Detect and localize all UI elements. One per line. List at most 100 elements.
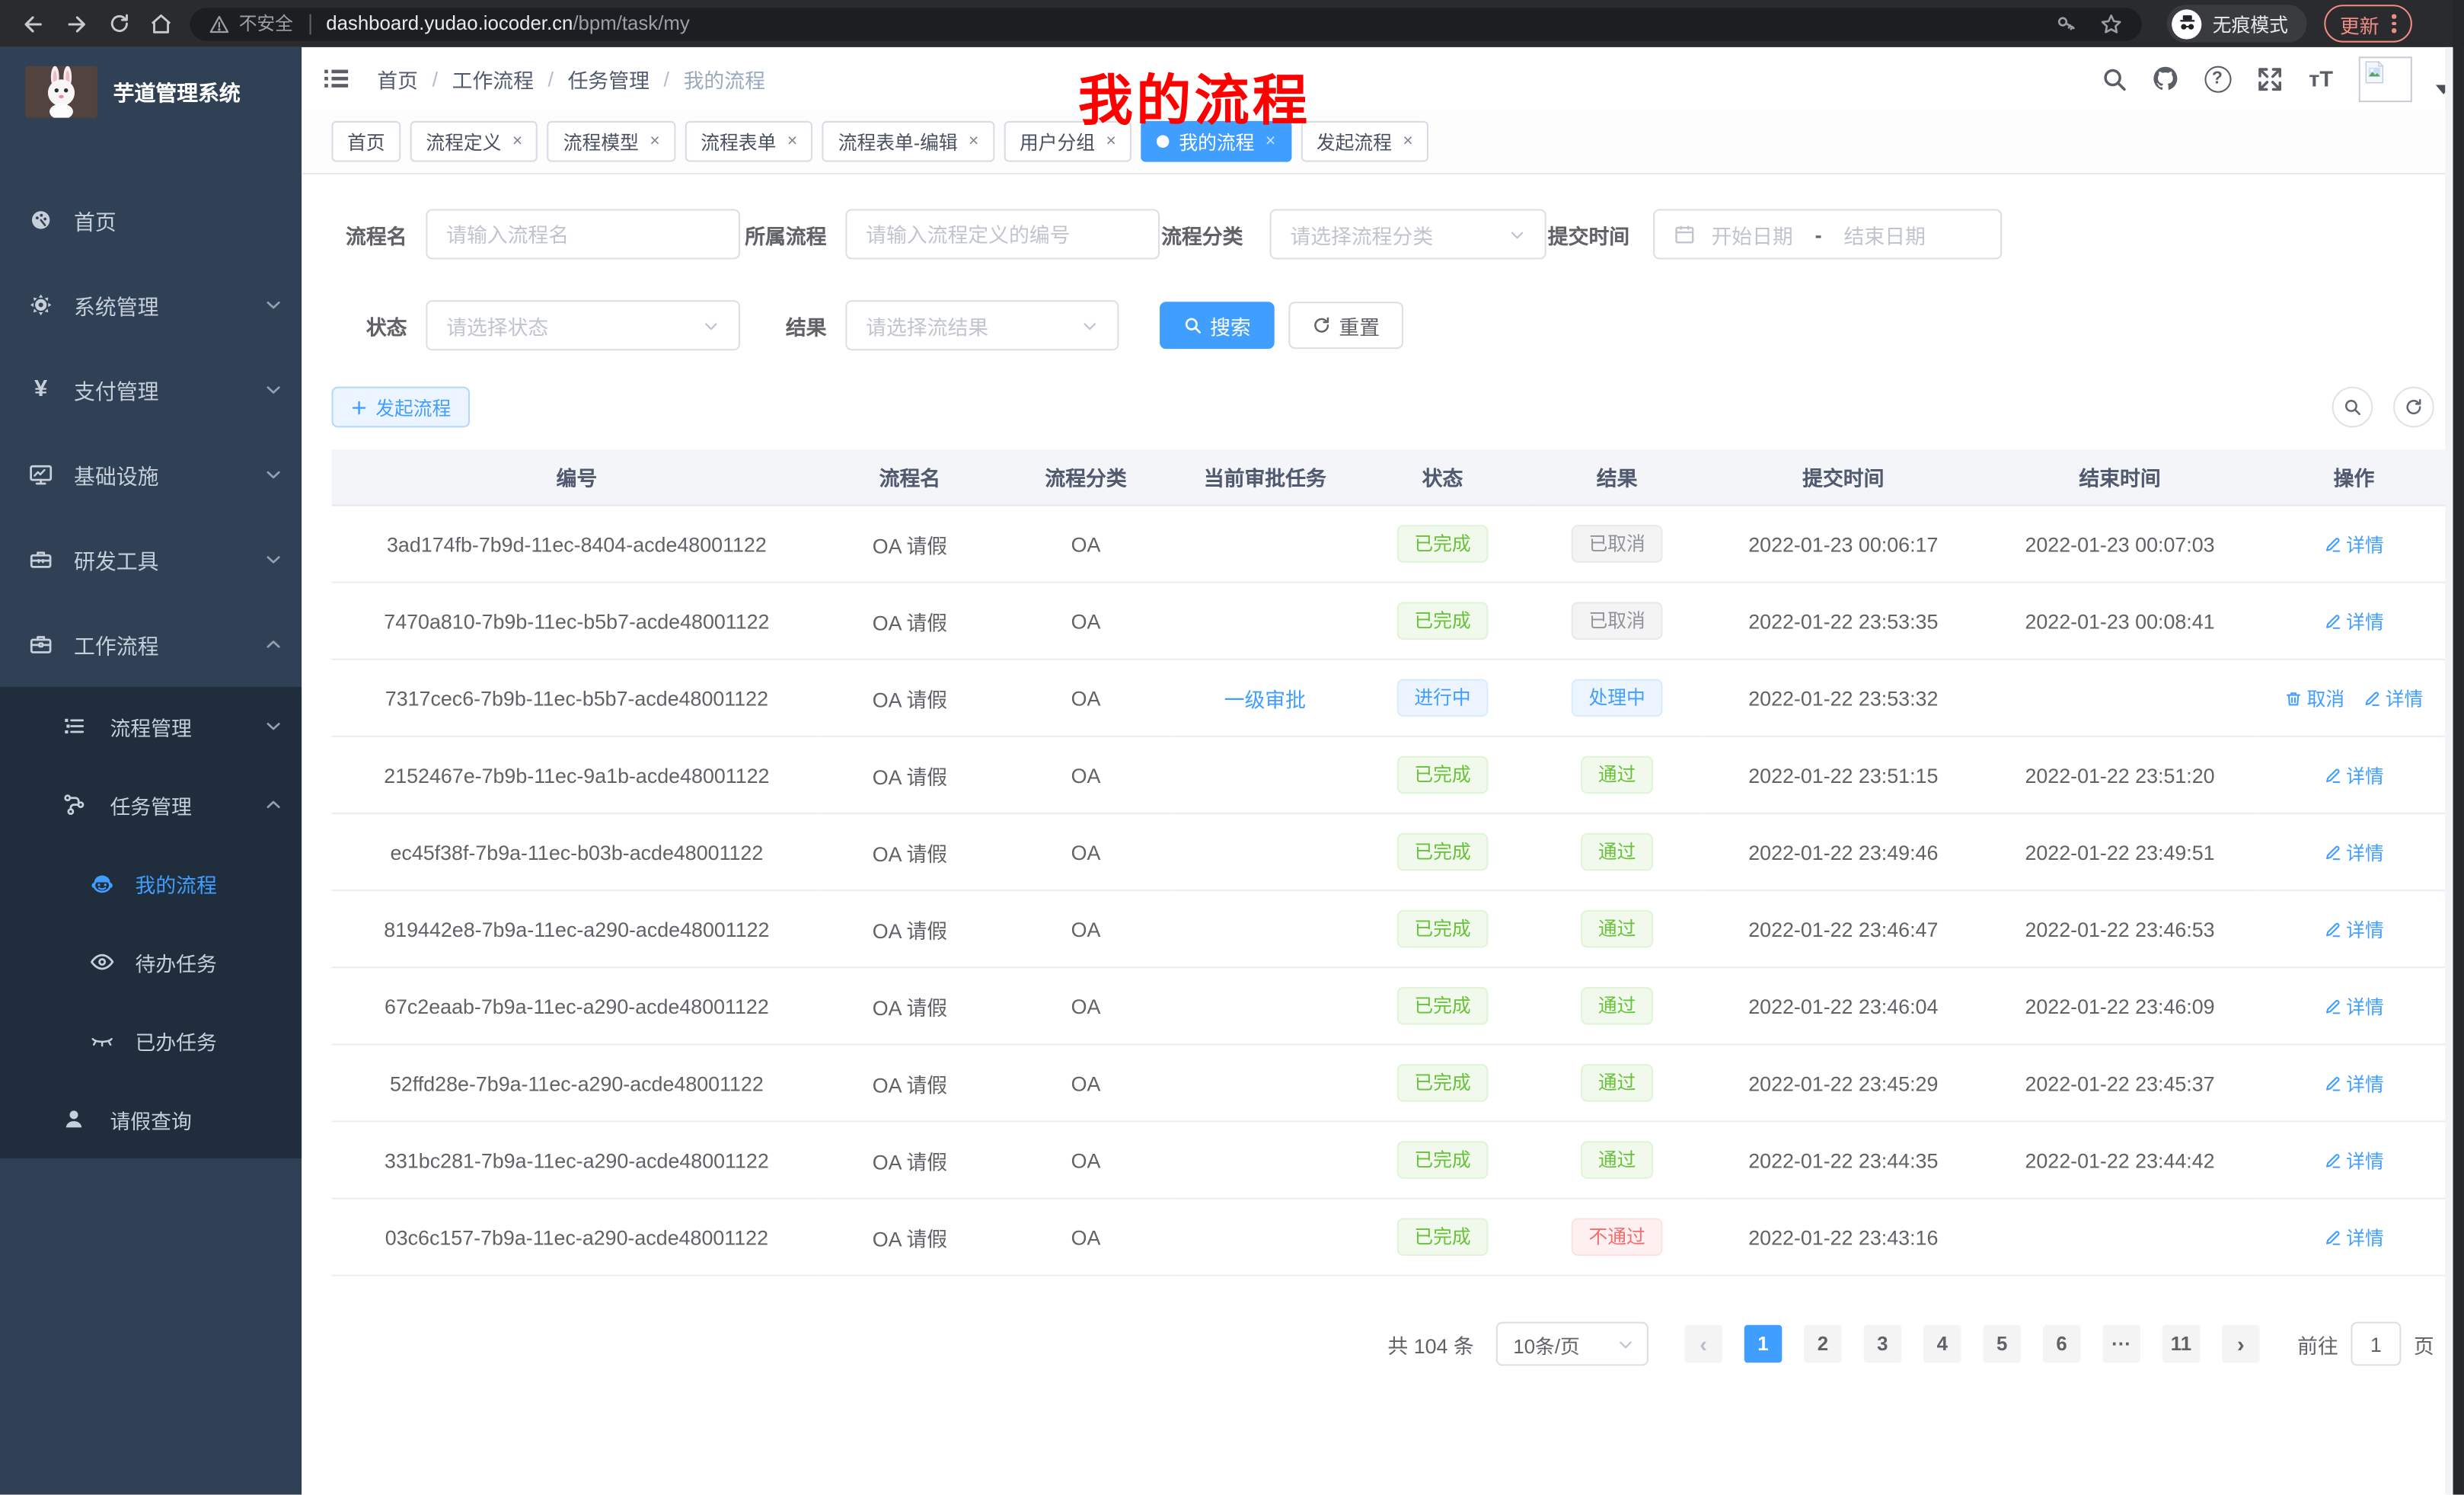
prev-page-button[interactable]: ‹	[1684, 1325, 1722, 1363]
table-toolbar: 发起流程	[331, 387, 2434, 428]
filter-result-select[interactable]: 请选择流结果	[845, 300, 1119, 350]
cell-category: OA	[997, 813, 1173, 890]
filter-definition-input[interactable]	[845, 209, 1160, 259]
sidebar-item-done-task[interactable]: 已办任务	[0, 1001, 302, 1080]
cell-category: OA	[997, 967, 1173, 1044]
browser-menu-icon[interactable]	[2392, 14, 2395, 33]
sidebar-item-payment[interactable]: ¥支付管理	[0, 347, 302, 432]
page-button-1[interactable]: 1	[1744, 1325, 1783, 1363]
page-size-select[interactable]: 10条/页	[1496, 1322, 1649, 1366]
reload-icon[interactable]	[97, 5, 140, 43]
tab-流程模型[interactable]: 流程模型×	[547, 121, 675, 162]
filter-name-label: 流程名	[331, 219, 426, 249]
filter-status-select[interactable]: 请选择状态	[426, 300, 740, 350]
sidebar-item-workflow[interactable]: 工作流程	[0, 602, 302, 686]
sidebar-item-my-process[interactable]: 我的流程	[0, 844, 302, 922]
cell-submit-time: 2022-01-22 23:46:47	[1705, 890, 1981, 967]
create-process-button[interactable]: 发起流程	[331, 387, 470, 428]
search-icon[interactable]	[2099, 65, 2127, 93]
filter-name-input[interactable]	[426, 209, 740, 259]
tab-流程表单[interactable]: 流程表单×	[685, 121, 813, 162]
show-search-button[interactable]	[2332, 387, 2373, 428]
close-tab-icon[interactable]: ×	[787, 132, 797, 151]
page-button-5[interactable]: 5	[1983, 1325, 2021, 1363]
sidebar-item-leave-query[interactable]: 请假查询	[0, 1080, 302, 1158]
tab-流程定义[interactable]: 流程定义×	[410, 121, 538, 162]
close-tab-icon[interactable]: ×	[512, 132, 522, 151]
sidebar-item-process-mgmt[interactable]: 流程管理	[0, 687, 302, 765]
help-icon[interactable]: ?	[2203, 65, 2231, 93]
back-icon[interactable]	[13, 5, 56, 43]
cell-category: OA	[997, 506, 1173, 583]
close-tab-icon[interactable]: ×	[650, 132, 659, 151]
sidebar-item-task-mgmt[interactable]: 任务管理	[0, 765, 302, 844]
avatar[interactable]	[2359, 56, 2412, 101]
sidebar-item-system[interactable]: 系统管理	[0, 263, 302, 347]
scrollbar-track[interactable]	[2445, 47, 2453, 1495]
detail-button[interactable]: 详情	[2363, 685, 2423, 711]
sidebar-item-devtools[interactable]: 研发工具	[0, 517, 302, 602]
key-icon[interactable]	[2055, 13, 2077, 35]
next-page-button[interactable]: ›	[2222, 1325, 2260, 1363]
chevron-down-icon	[1081, 317, 1099, 334]
detail-button[interactable]: 详情	[2324, 531, 2383, 557]
forward-icon[interactable]	[55, 5, 97, 43]
detail-button[interactable]: 详情	[2324, 992, 2383, 1019]
page-button-2[interactable]: 2	[1804, 1325, 1842, 1363]
detail-button[interactable]: 详情	[2324, 1069, 2383, 1096]
refresh-table-button[interactable]	[2393, 387, 2434, 428]
detail-button[interactable]: 详情	[2324, 915, 2383, 942]
close-tab-icon[interactable]: ×	[969, 132, 978, 151]
cancel-button[interactable]: 取消	[2285, 685, 2344, 711]
detail-button[interactable]: 详情	[2324, 1224, 2383, 1251]
reset-button[interactable]: 重置	[1288, 302, 1403, 349]
breadcrumb-home[interactable]: 首页	[377, 64, 418, 94]
search-button[interactable]: 搜索	[1160, 302, 1275, 349]
github-icon[interactable]	[2151, 65, 2179, 93]
page-button-3[interactable]: 3	[1864, 1325, 1902, 1363]
cell-status: 已完成	[1356, 583, 1529, 660]
page-button-11[interactable]: 11	[2162, 1325, 2201, 1363]
table-tools	[2332, 387, 2434, 428]
update-button[interactable]: 更新	[2324, 5, 2411, 43]
sidebar-item-infrastructure[interactable]: 基础设施	[0, 433, 302, 517]
star-icon[interactable]	[2099, 11, 2123, 35]
filter-daterange[interactable]: 开始日期 - 结束日期	[1653, 209, 2002, 259]
more-pages-button[interactable]: ···	[2102, 1325, 2140, 1363]
tab-流程表单-编辑[interactable]: 流程表单-编辑×	[822, 121, 994, 162]
cell-task	[1174, 1044, 1356, 1121]
tab-发起流程[interactable]: 发起流程×	[1301, 121, 1428, 162]
detail-button[interactable]: 详情	[2324, 608, 2383, 634]
sidebar-item-todo-task[interactable]: 待办任务	[0, 922, 302, 1001]
monitor-icon	[28, 462, 53, 487]
hamburger-icon[interactable]	[322, 65, 350, 93]
home-icon[interactable]	[140, 5, 183, 43]
cell-task	[1174, 1121, 1356, 1198]
page-button-6[interactable]: 6	[2043, 1325, 2081, 1363]
logo-row[interactable]: 芋道管理系统	[0, 47, 302, 136]
font-size-icon[interactable]: тT	[2307, 65, 2335, 93]
cell-submit-time: 2022-01-22 23:51:15	[1705, 736, 1981, 813]
breadcrumb: 首页 / 工作流程 / 任务管理 / 我的流程	[377, 64, 765, 94]
table-row: 3ad174fb-7b9d-11ec-8404-acde48001122OA 请…	[331, 506, 2450, 583]
task-link[interactable]: 一级审批	[1224, 688, 1306, 711]
sidebar-item-home[interactable]: 首页	[0, 177, 302, 262]
fullscreen-icon[interactable]	[2255, 65, 2284, 93]
tab-首页[interactable]: 首页	[331, 121, 401, 162]
cell-status: 已完成	[1356, 506, 1529, 583]
close-tab-icon[interactable]: ×	[1403, 132, 1412, 151]
breadcrumb-task-mgmt[interactable]: 任务管理	[568, 64, 650, 94]
detail-button[interactable]: 详情	[2324, 1147, 2383, 1174]
page-button-4[interactable]: 4	[1923, 1325, 1961, 1363]
detail-button[interactable]: 详情	[2324, 839, 2383, 865]
cell-category: OA	[997, 660, 1173, 736]
breadcrumb-workflow[interactable]: 工作流程	[452, 64, 534, 94]
cell-id: 52ffd28e-7b9a-11ec-a290-acde48001122	[331, 1044, 822, 1121]
url-bar[interactable]: 不安全 dashboard.yudao.iocoder.cn/bpm/task/…	[190, 7, 2142, 40]
column-header: 结束时间	[1981, 449, 2258, 505]
jump-page-input[interactable]	[2351, 1322, 2401, 1366]
detail-button[interactable]: 详情	[2324, 762, 2383, 788]
filter-form: 流程名 所属流程 流程分类 请选择流程分类 提交时间 开始日期	[331, 174, 2434, 350]
filter-category-select[interactable]: 请选择流程分类	[1270, 209, 1546, 259]
chevron-down-icon	[703, 317, 720, 334]
